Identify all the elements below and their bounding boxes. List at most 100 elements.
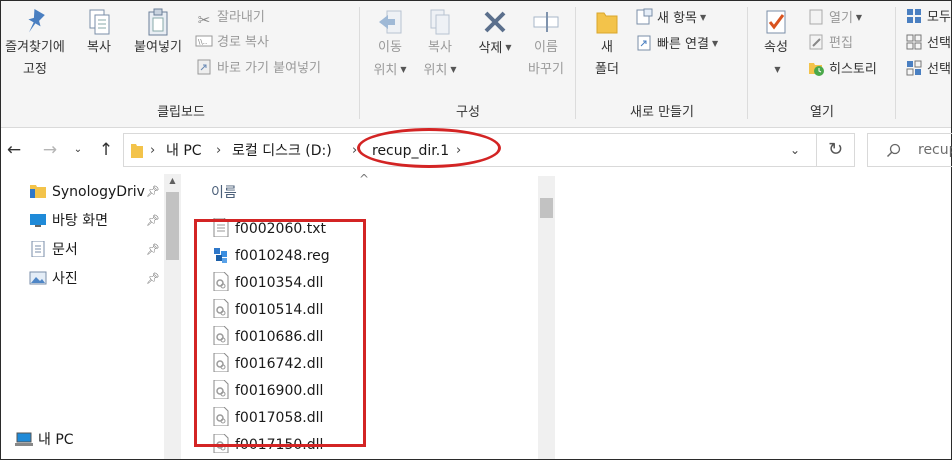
easy-access-icon (637, 35, 651, 51)
file-list: ^ 이름 f0002060.txt f0010248.reg f0010354.dl… (197, 174, 537, 459)
file-list-scrollbar[interactable] (538, 176, 555, 459)
file-name: f0010686.dll (235, 329, 324, 345)
move-to-icon (379, 10, 402, 34)
nav-item-documents[interactable]: 문서 (29, 238, 164, 262)
recent-locations-button[interactable]: ⌄ (67, 138, 89, 162)
new-folder-button[interactable]: 새 폴더 (587, 5, 627, 81)
file-row[interactable]: f0010686.dll (213, 324, 323, 351)
copy-to-label-2: 위치 (423, 63, 448, 78)
file-row[interactable]: f0002060.txt (213, 216, 326, 243)
edit-button[interactable]: 편집 (807, 32, 853, 56)
file-row[interactable]: f0010248.reg (213, 243, 330, 270)
paste-label: 붙여넣기 (134, 40, 182, 55)
invert-selection-button[interactable]: 선택 (905, 58, 951, 82)
pin-label-2: 고정 (23, 62, 47, 77)
file-row[interactable]: f0017150.dll (213, 432, 323, 459)
svg-text:\\..: \\.. (198, 38, 207, 46)
nav-item-this-pc[interactable]: 내 PC (15, 428, 150, 452)
move-to-button[interactable]: 이동 위치 ▼ (365, 5, 415, 82)
pin-to-quick-access-button[interactable]: 즐겨찾기에 고정 (1, 5, 75, 81)
pin-icon: 📌︎ (146, 214, 160, 227)
move-to-label-1: 이동 (378, 40, 402, 55)
copy-to-button[interactable]: 복사 위치 ▼ (415, 5, 465, 82)
breadcrumb-separator-icon: › (150, 143, 156, 158)
search-box[interactable]: recup (867, 133, 952, 167)
up-button[interactable]: ↑ (95, 138, 117, 162)
clipboard-group-label: 클립보드 (157, 105, 205, 120)
nav-item-label: 내 PC (38, 432, 74, 448)
open-label: 열기 (829, 11, 853, 26)
back-button[interactable]: ← (3, 138, 25, 162)
file-row[interactable]: f0017058.dll (213, 405, 323, 432)
scroll-up-arrow-icon[interactable]: ▲ (164, 176, 181, 188)
refresh-button[interactable]: ↻ (817, 133, 855, 167)
select-all-button[interactable]: 모두 (905, 6, 951, 30)
copy-icon (89, 9, 110, 35)
paste-button[interactable]: 붙여넣기 (125, 5, 191, 59)
properties-button[interactable]: 속성 ▼ (755, 5, 797, 82)
breadcrumb-this-pc[interactable]: 내 PC (166, 141, 202, 161)
nav-pane-scrollbar[interactable]: ▲ (164, 174, 181, 459)
paste-shortcut-button[interactable]: 바로 가기 붙여넣기 (195, 57, 321, 81)
open-button[interactable]: 열기 ▼ (807, 6, 862, 30)
file-row[interactable]: f0010514.dll (213, 297, 323, 324)
forward-button[interactable]: → (39, 138, 61, 162)
file-name: f0010354.dll (235, 275, 324, 291)
nav-pane-scroll-thumb[interactable] (166, 192, 179, 260)
column-header-name[interactable]: 이름 (211, 182, 237, 202)
rename-label-1: 이름 (534, 40, 558, 55)
file-list-scroll-thumb[interactable] (540, 198, 553, 218)
new-group: 새 폴더 새 항목 ▼ 빠른 연결 ▼ 새로 만들기 (577, 1, 747, 127)
copy-button[interactable]: 복사 (77, 5, 121, 59)
organize-group-label: 구성 (456, 105, 480, 120)
history-button[interactable]: 히스토리 (807, 58, 877, 82)
open-group: 속성 ▼ 열기 ▼ 편집 히스토리 열기 (749, 1, 895, 127)
nav-item-label: 사진 (52, 271, 78, 287)
dropdown-arrow-icon: ▼ (774, 65, 781, 74)
file-row[interactable]: f0010354.dll (213, 270, 323, 297)
rename-icon (533, 12, 559, 32)
pin-icon: 📌︎ (146, 185, 160, 198)
copy-path-button[interactable]: \\.. 경로 복사 (195, 31, 269, 55)
cut-button[interactable]: ✂ 잘라내기 (195, 6, 265, 30)
dropdown-arrow-icon: ▼ (711, 39, 719, 48)
select-group: 모두 선택 선택 (899, 1, 951, 127)
copy-path-label: 경로 복사 (217, 35, 269, 50)
file-row[interactable]: f0016742.dll (213, 351, 323, 378)
easy-access-button[interactable]: 빠른 연결 ▼ (635, 32, 718, 56)
dll-file-icon (213, 272, 229, 291)
desktop-icon (30, 214, 46, 227)
file-name: f0016900.dll (235, 383, 324, 399)
registry-file-icon (214, 248, 227, 263)
address-history-chevron-icon[interactable]: ⌄ (790, 143, 800, 157)
edit-label: 편집 (829, 36, 853, 51)
breadcrumb-recup-dir[interactable]: recup_dir.1 (372, 141, 449, 161)
pin-label-1: 즐겨찾기에 (5, 40, 65, 55)
dropdown-arrow-icon: ▼ (855, 13, 863, 22)
pin-icon: 📌︎ (146, 243, 160, 256)
file-row[interactable]: f0016900.dll (213, 378, 323, 405)
paste-shortcut-label: 바로 가기 붙여넣기 (217, 61, 321, 76)
nav-item-desktop[interactable]: 바탕 화면 (29, 209, 164, 233)
file-name: f0016742.dll (235, 356, 324, 372)
new-item-button[interactable]: 새 항목 ▼ (635, 6, 706, 30)
rename-label-2: 바꾸기 (528, 62, 564, 77)
nav-item-pictures[interactable]: 사진 (29, 267, 164, 291)
nav-item-label: 문서 (52, 242, 78, 258)
select-none-button[interactable]: 선택 (905, 32, 951, 56)
dropdown-arrow-icon: ▼ (450, 65, 457, 74)
breadcrumb-local-disk[interactable]: 로컬 디스크 (D:) (232, 141, 332, 161)
delete-button[interactable]: 삭제 ▼ (471, 5, 519, 60)
rename-button[interactable]: 이름 바꾸기 (521, 5, 571, 81)
delete-icon (484, 11, 506, 33)
ribbon-divider (575, 7, 576, 119)
nav-item-label: SynologyDriv (52, 184, 145, 200)
cut-label: 잘라내기 (217, 10, 265, 25)
address-bar[interactable]: › 내 PC › 로컬 디스크 (D:) › recup_dir.1 › ⌄ (123, 133, 817, 167)
pin-icon (28, 8, 45, 33)
nav-item-synology[interactable]: SynologyDriv (29, 180, 164, 204)
select-all-icon (907, 9, 921, 23)
navigation-bar: ← → ⌄ ↑ › 내 PC › 로컬 디스크 (D:) › recup_dir… (1, 128, 952, 174)
open-group-label: 열기 (810, 105, 834, 120)
breadcrumb-separator-icon: › (456, 143, 462, 158)
